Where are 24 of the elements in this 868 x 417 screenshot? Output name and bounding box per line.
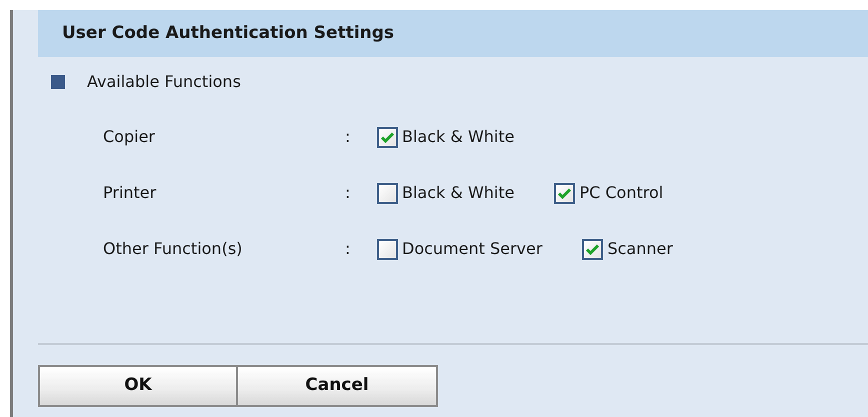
field-label: Other Function(s) — [103, 238, 244, 260]
checkbox-label: Black & White — [402, 126, 514, 148]
checkbox[interactable] — [377, 126, 398, 148]
checkbox[interactable] — [554, 182, 576, 204]
checkbox-label: Scanner — [607, 238, 673, 260]
checkbox-label: Document Server — [402, 238, 542, 260]
cancel-button[interactable]: Cancel — [238, 365, 438, 407]
colon-separator: : — [345, 183, 350, 202]
bullet-icon — [51, 75, 65, 89]
checkbox-label: Black & White — [402, 182, 514, 204]
checkbox[interactable] — [377, 238, 398, 260]
checkbox-label: PC Control — [579, 182, 664, 204]
colon-separator: : — [345, 127, 350, 146]
ok-button[interactable]: OK — [38, 365, 238, 407]
field-label: Printer — [103, 182, 158, 204]
check-icon — [586, 244, 600, 254]
checkbox[interactable] — [377, 182, 398, 204]
field-label: Copier — [103, 126, 156, 148]
check-icon — [558, 188, 572, 198]
colon-separator: : — [345, 239, 350, 258]
checkbox[interactable] — [582, 238, 604, 260]
check-icon — [381, 132, 394, 142]
page-title: User Code Authentication Settings — [62, 22, 394, 45]
section-title: Available Functions — [87, 71, 241, 93]
